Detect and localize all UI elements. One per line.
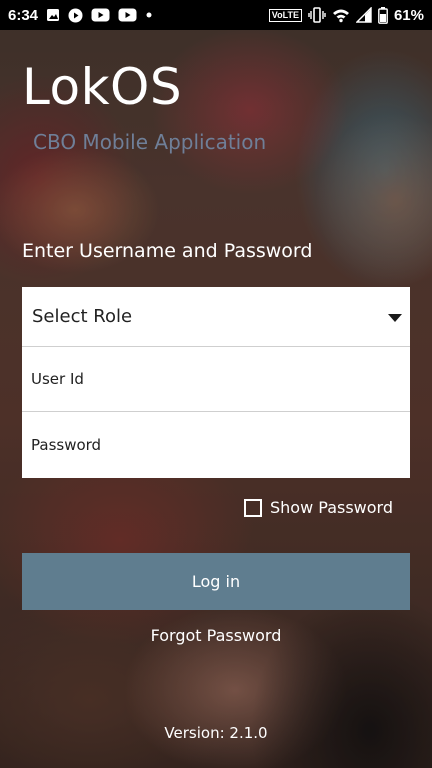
- user-id-placeholder: User Id: [31, 370, 84, 388]
- password-field[interactable]: Password: [22, 412, 410, 478]
- battery-percent: 61%: [393, 6, 424, 24]
- volte-badge: VoLTE: [268, 8, 302, 22]
- gallery-icon: [46, 8, 60, 22]
- youtube-icon: [118, 8, 137, 22]
- role-select-value: Select Role: [32, 306, 133, 327]
- login-screen: 6:34 VoLTE 61% LokOS CBO Mobile Applicat…: [0, 0, 432, 768]
- vibrate-icon: [308, 7, 326, 23]
- user-id-field[interactable]: User Id: [22, 347, 410, 412]
- login-button[interactable]: Log in: [22, 553, 410, 610]
- role-select[interactable]: Select Role: [22, 287, 410, 347]
- status-bar: 6:34 VoLTE 61%: [0, 0, 432, 30]
- forgot-password-link[interactable]: Forgot Password: [0, 626, 432, 645]
- version-label: Version: 2.1.0: [164, 724, 268, 742]
- dot-icon: [145, 11, 153, 19]
- login-button-label: Log in: [191, 572, 241, 591]
- show-password-checkbox[interactable]: [244, 498, 262, 517]
- status-time: 6:34: [8, 6, 39, 24]
- dropdown-arrow-icon: [388, 314, 402, 322]
- login-form: Select Role User Id Password: [22, 287, 410, 478]
- show-password-toggle[interactable]: Show Password: [244, 498, 393, 517]
- youtube-icon: [91, 8, 110, 22]
- show-password-label: Show Password: [270, 498, 393, 517]
- signal-icon: [355, 7, 372, 23]
- play-circle-icon: [68, 8, 83, 23]
- login-instruction: Enter Username and Password: [22, 240, 313, 262]
- wifi-icon: [332, 7, 350, 23]
- password-placeholder: Password: [31, 436, 102, 454]
- app-subtitle: CBO Mobile Application: [33, 130, 267, 154]
- app-title: LokOS: [22, 58, 183, 116]
- battery-icon: [378, 6, 388, 24]
